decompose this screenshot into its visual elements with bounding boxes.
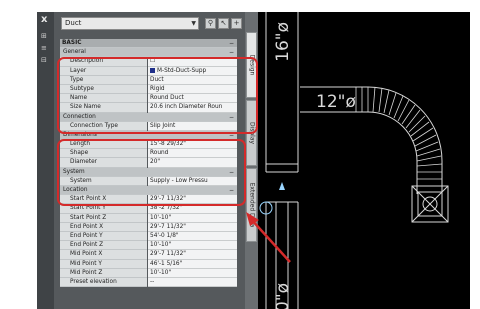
screenshot: x ⊞ ≡ ⊟ Duct ▼ ⚲ ↖ + BASIC − General − Descr… bbox=[0, 0, 480, 309]
annotation-arrow bbox=[246, 212, 291, 263]
